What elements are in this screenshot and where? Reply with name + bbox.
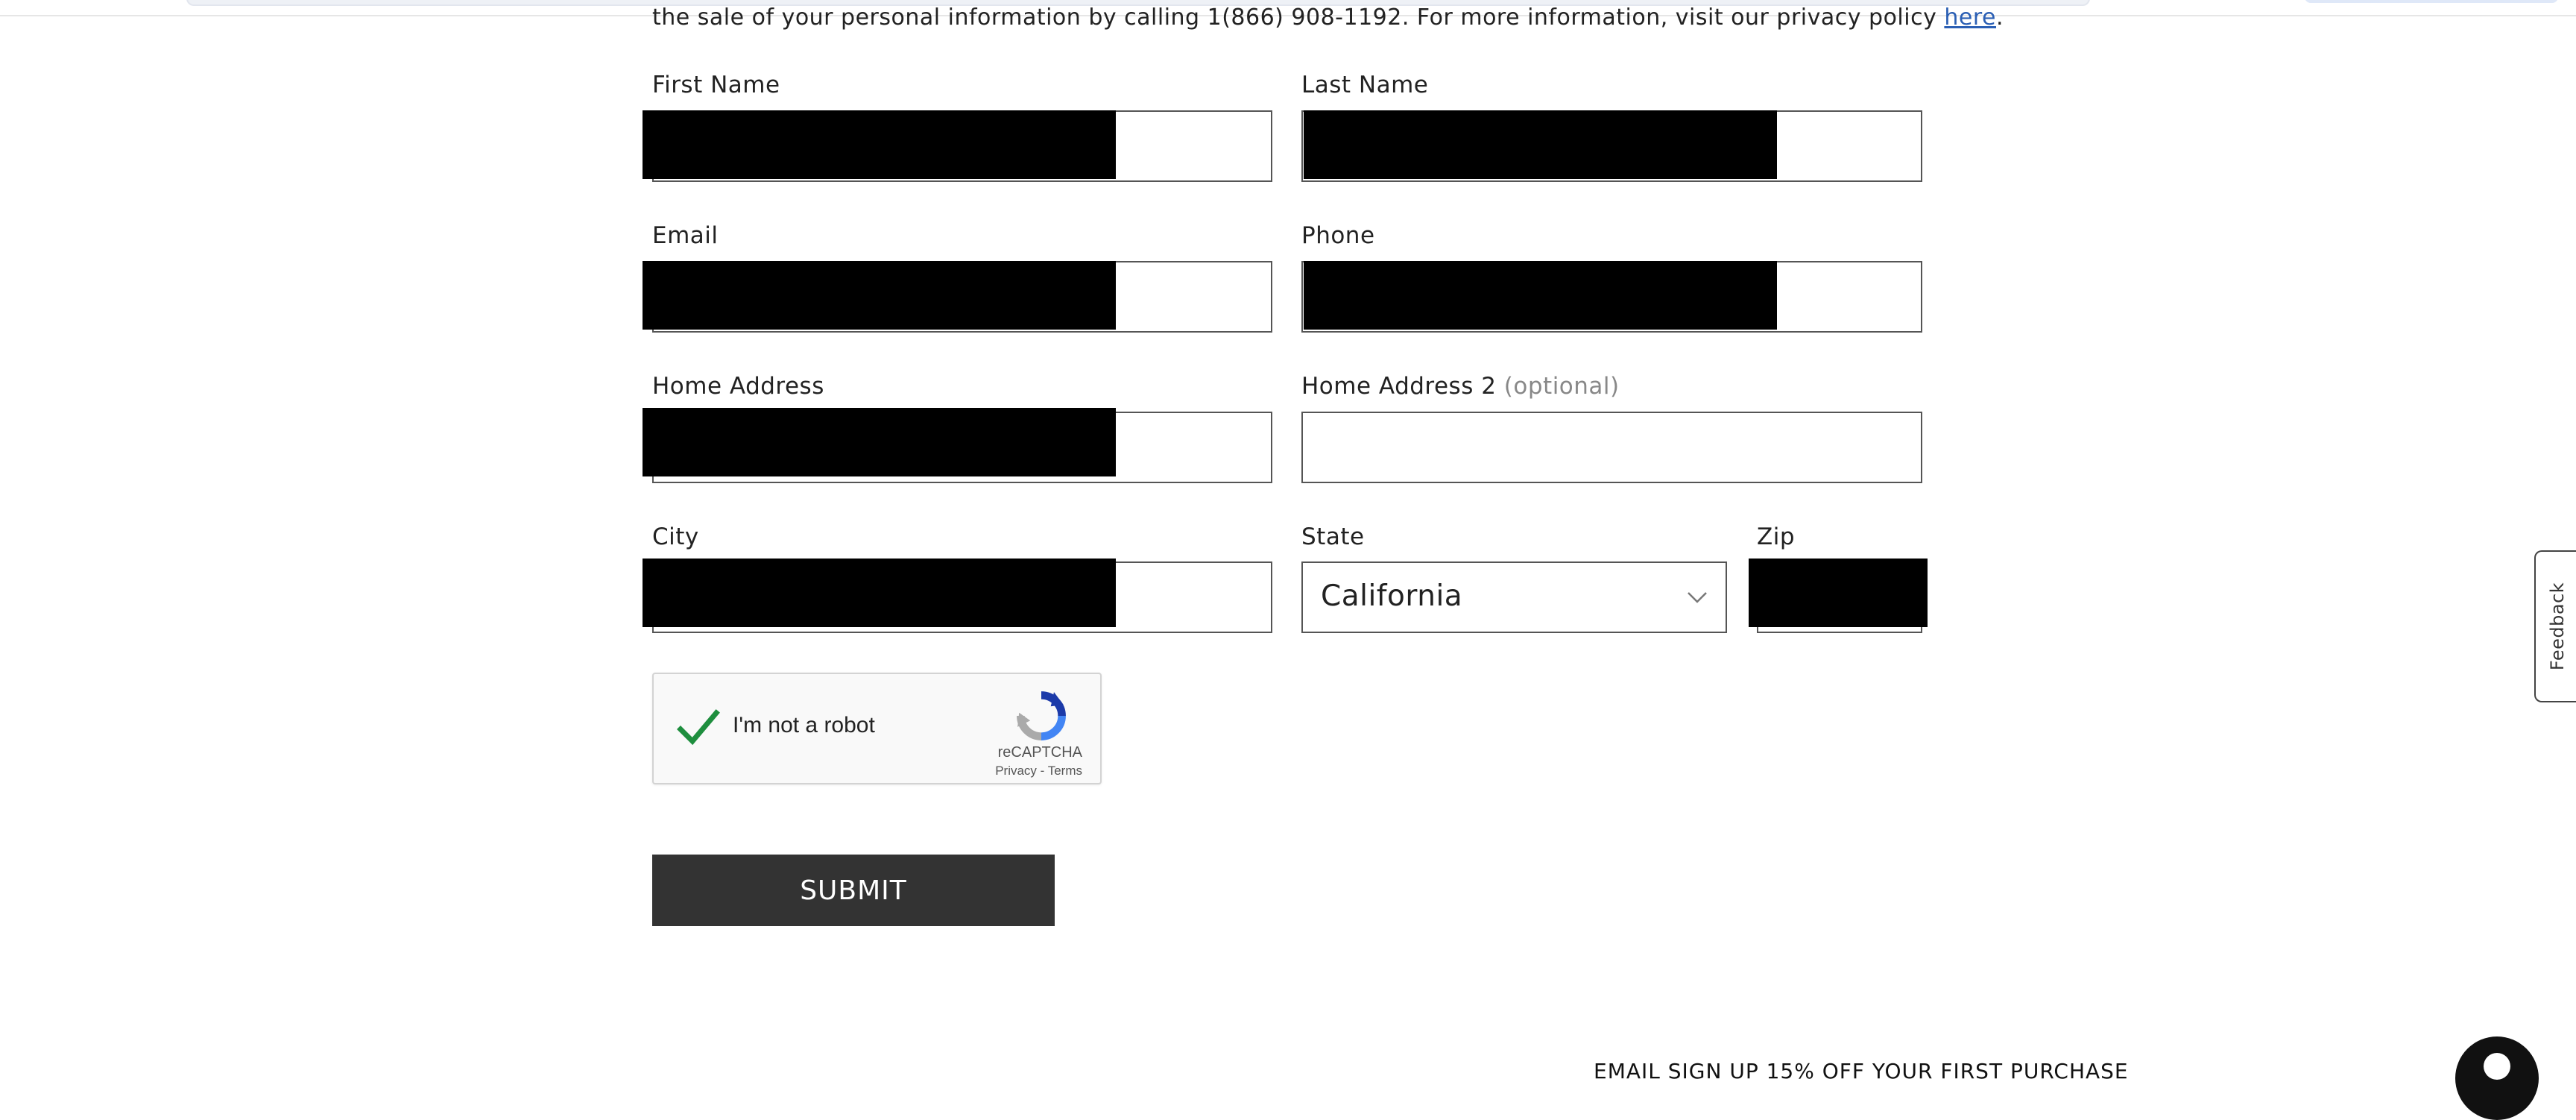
zip-redaction bbox=[1749, 559, 1928, 627]
feedback-tab[interactable]: Feedback bbox=[2534, 550, 2576, 702]
recaptcha-privacy-terms[interactable]: Privacy - Terms bbox=[995, 764, 1082, 778]
privacy-policy-link[interactable]: here bbox=[1944, 4, 1996, 31]
first-name-redaction bbox=[643, 110, 1116, 179]
recaptcha-label: I'm not a robot bbox=[733, 713, 875, 737]
chat-icon bbox=[2484, 1053, 2510, 1080]
optional-tag: (optional) bbox=[1503, 373, 1620, 400]
email-redaction bbox=[643, 261, 1116, 330]
footer-email-signup: EMAIL SIGN UP 15% OFF YOUR FIRST PURCHAS… bbox=[1594, 1059, 2129, 1083]
feedback-label: Feedback bbox=[2547, 582, 2568, 671]
top-action-button[interactable] bbox=[2305, 0, 2558, 3]
checkmark-icon[interactable] bbox=[676, 705, 721, 750]
privacy-notice: the sale of your personal information by… bbox=[652, 1, 2004, 34]
home-address-redaction bbox=[643, 408, 1116, 476]
recaptcha-logo-icon bbox=[1017, 691, 1066, 740]
chat-button[interactable] bbox=[2455, 1036, 2539, 1120]
phone-redaction bbox=[1304, 261, 1777, 330]
privacy-notice-tail: . bbox=[1996, 4, 2004, 31]
home-address-label: Home Address bbox=[652, 373, 824, 400]
last-name-label: Last Name bbox=[1301, 72, 1429, 98]
last-name-redaction bbox=[1304, 110, 1777, 179]
zip-label: Zip bbox=[1757, 523, 1796, 550]
first-name-label: First Name bbox=[652, 72, 780, 98]
submit-button[interactable]: SUBMIT bbox=[652, 855, 1055, 926]
chevron-down-icon bbox=[1688, 592, 1707, 603]
state-selected-value: California bbox=[1321, 579, 1463, 613]
home-address-2-field[interactable] bbox=[1301, 412, 1922, 483]
city-redaction bbox=[643, 559, 1116, 627]
email-label: Email bbox=[652, 222, 719, 249]
privacy-notice-text: the sale of your personal information by… bbox=[652, 4, 1945, 31]
state-label: State bbox=[1301, 523, 1365, 550]
recaptcha-widget[interactable]: I'm not a robot reCAPTCHA Privacy - Term… bbox=[652, 673, 1102, 784]
recaptcha-brand: reCAPTCHA bbox=[997, 744, 1082, 761]
city-label: City bbox=[652, 523, 699, 550]
state-select[interactable]: California bbox=[1301, 561, 1727, 633]
home-address-2-label-text: Home Address 2 bbox=[1301, 373, 1497, 400]
home-address-2-label: Home Address 2 (optional) bbox=[1301, 373, 1620, 400]
phone-label: Phone bbox=[1301, 222, 1375, 249]
